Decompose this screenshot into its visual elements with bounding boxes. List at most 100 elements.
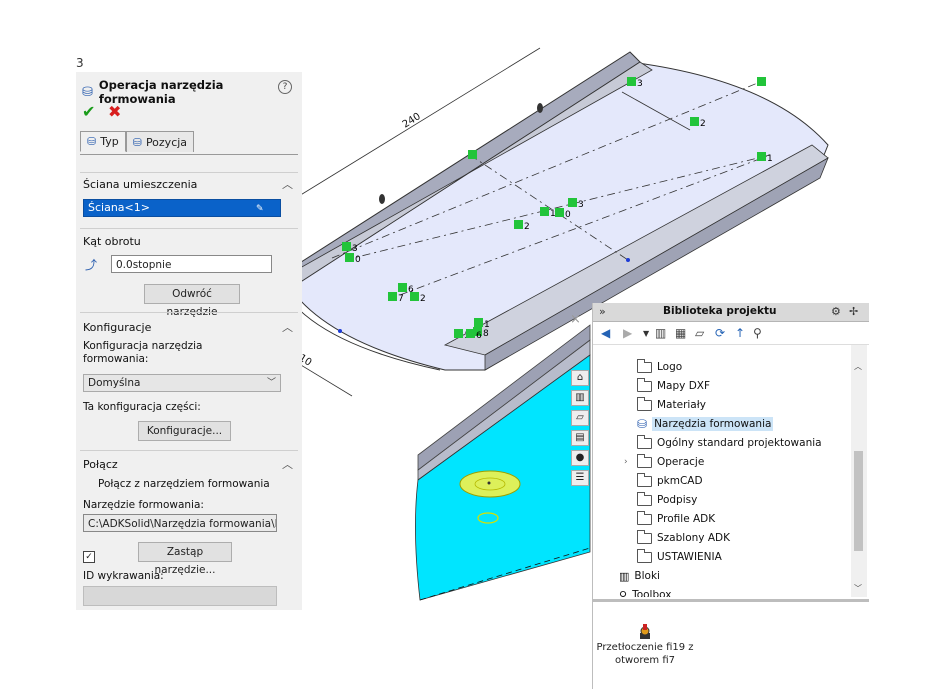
svg-text:1: 1 [767, 154, 773, 164]
folder-icon [637, 491, 652, 506]
svg-text:3: 3 [637, 79, 643, 89]
folder-icon [637, 510, 652, 525]
svg-text:2: 2 [420, 294, 426, 304]
list-item[interactable]: Materiały [637, 396, 706, 414]
history-dropdown-icon[interactable]: ▼ [643, 329, 649, 338]
position-icon: ⛁ [132, 135, 142, 149]
flip-tool-button[interactable]: Odwróć narzędzie [144, 284, 240, 318]
dimension-length[interactable]: 240 [401, 111, 423, 130]
tool-config-select[interactable]: Domyślna ﹀ [83, 374, 281, 392]
rotation-angle-input[interactable]: 0.0stopnie [111, 255, 272, 273]
cancel-x-icon[interactable]: ✖ [108, 102, 121, 121]
pin-icon[interactable]: ✢ [849, 305, 858, 318]
cursor-icon: ✎ [256, 204, 264, 214]
folder-icon [637, 434, 652, 449]
pane-splitter[interactable] [593, 599, 869, 602]
list-item[interactable]: Mapy DXF [637, 377, 710, 395]
list-item[interactable]: ▥ Bloki [619, 567, 660, 585]
svg-text:0: 0 [565, 210, 571, 220]
up-arrow-icon[interactable]: ↑ [735, 326, 745, 340]
tab-type[interactable]: ⛁ Typ [80, 131, 126, 152]
folder-icon [637, 396, 652, 411]
blocks-icon: ▥ [619, 569, 630, 583]
link-header[interactable]: Połącz [83, 458, 118, 471]
toolbox-icon[interactable]: ⚲ [753, 326, 762, 340]
rotation-header: Kąt obrotu [83, 235, 141, 248]
scrollbar-thumb[interactable] [854, 451, 863, 551]
property-manager: ⛁ Operacja narzędzia formowania ? ✔ ✖ ⛁ … [76, 72, 302, 610]
toolbox-icon: ⚲ [619, 588, 628, 598]
placement-face-header[interactable]: Ściana umieszczenia [83, 178, 197, 191]
list-item[interactable]: › Operacje [624, 453, 704, 471]
expand-chevrons-icon[interactable]: » [599, 305, 606, 318]
forming-tool-icon: ⛁ [82, 84, 93, 100]
design-library-tab-icon[interactable]: ▱ [571, 410, 589, 426]
collapse-chevron-icon[interactable]: ︿ [282, 456, 293, 472]
folder-icon [637, 453, 652, 468]
forming-tool-folder-icon: ⛁ [637, 417, 648, 431]
library-tree: Logo Mapy DXF Materiały ⛁ Narzędzia formo… [593, 345, 851, 597]
part-config-label: Ta konfiguracja części: [83, 401, 201, 413]
angle-icon: ⤴ [85, 258, 98, 272]
svg-text:0: 0 [355, 255, 361, 265]
home-icon[interactable]: ⌂ [571, 370, 589, 386]
file-explorer-icon[interactable]: ▤ [571, 430, 589, 446]
svg-text:7: 7 [398, 294, 404, 304]
placement-face-list[interactable]: Ściana<1> [83, 199, 281, 217]
list-item[interactable]: Ogólny standard projektowania [637, 434, 822, 452]
forming-tool-icon: ⛁ [87, 135, 97, 148]
resources-icon[interactable]: ▥ [571, 390, 589, 406]
forming-tool-path[interactable]: C:\ADKSolid\Narzędzia formowania\Prz [83, 514, 277, 532]
list-item[interactable]: USTAWIENIA [637, 548, 722, 566]
link-checkbox-label: Połącz z narzędziem formowania [98, 478, 270, 490]
punch-id-field [83, 586, 277, 606]
help-icon[interactable]: ? [278, 80, 292, 94]
scroll-down-icon[interactable]: ﹀ [854, 583, 862, 594]
forming-tool-label: Narzędzie formowania: [83, 499, 204, 511]
forward-icon[interactable]: ▶ [623, 326, 632, 340]
folder-icon [637, 358, 652, 373]
back-icon[interactable]: ◀ [601, 326, 610, 340]
refresh-icon[interactable]: ⟳ [715, 326, 725, 340]
design-library-title: Biblioteka projektu [663, 305, 777, 317]
design-library-panel: » Biblioteka projektu ⚙ ✢ ◀ ▶ ▼ ▥ ▦ ▱ ⟳ … [592, 303, 869, 689]
add-to-library-icon[interactable]: ▥ [655, 326, 666, 340]
add-file-location-icon[interactable]: ▦ [675, 326, 686, 340]
gear-icon[interactable]: ⚙ [831, 305, 841, 318]
forming-tool-part-icon[interactable] [637, 623, 653, 641]
folder-icon [637, 472, 652, 487]
link-checkbox[interactable]: ✓ [83, 551, 95, 563]
folder-icon [637, 548, 652, 563]
list-item[interactable]: Szablony ADK [637, 529, 730, 547]
svg-text:8: 8 [483, 329, 489, 339]
configuration-header[interactable]: Konfiguracje [83, 321, 151, 334]
vertical-scrollbar[interactable]: ︿ ﹀ [851, 345, 867, 597]
tab-position[interactable]: ⛁ Pozycja [125, 131, 195, 152]
list-item[interactable]: ⚲ Toolbox [619, 586, 671, 598]
ok-check-icon[interactable]: ✔ [82, 102, 95, 121]
scroll-up-icon[interactable]: ︿ [854, 361, 862, 372]
folder-icon [637, 377, 652, 392]
custom-properties-icon[interactable]: ☰ [571, 470, 589, 486]
close-icon[interactable]: × [570, 312, 581, 327]
collapse-chevron-icon[interactable]: ︿ [282, 319, 293, 335]
create-folder-icon[interactable]: ▱ [695, 326, 704, 340]
svg-text:2: 2 [700, 119, 706, 129]
collapse-chevron-icon[interactable]: ︿ [282, 176, 293, 192]
configurations-button[interactable]: Konfiguracje... [138, 421, 231, 441]
svg-text:2: 2 [524, 222, 530, 232]
appearances-icon[interactable]: ● [571, 450, 589, 466]
svg-text:3: 3 [578, 200, 584, 210]
list-item[interactable]: pkmCAD [637, 472, 703, 490]
svg-text:1: 1 [484, 320, 490, 330]
list-item[interactable]: Profile ADK [637, 510, 715, 528]
list-item[interactable]: Logo [637, 358, 682, 376]
replace-tool-button[interactable]: Zastąp narzędzie... [138, 542, 232, 576]
svg-text:1: 1 [550, 209, 556, 219]
svg-text:6: 6 [476, 331, 482, 341]
chevron-right-icon[interactable]: › [624, 457, 632, 467]
list-item[interactable]: Podpisy [637, 491, 697, 509]
list-item-selected[interactable]: ⛁ Narzędzia formowania [637, 415, 774, 433]
library-item-label[interactable]: Przetłoczenie fi19 z otworem fi7 [595, 641, 695, 667]
tool-config-label: Konfiguracja narzędzia formowania: [83, 340, 203, 365]
